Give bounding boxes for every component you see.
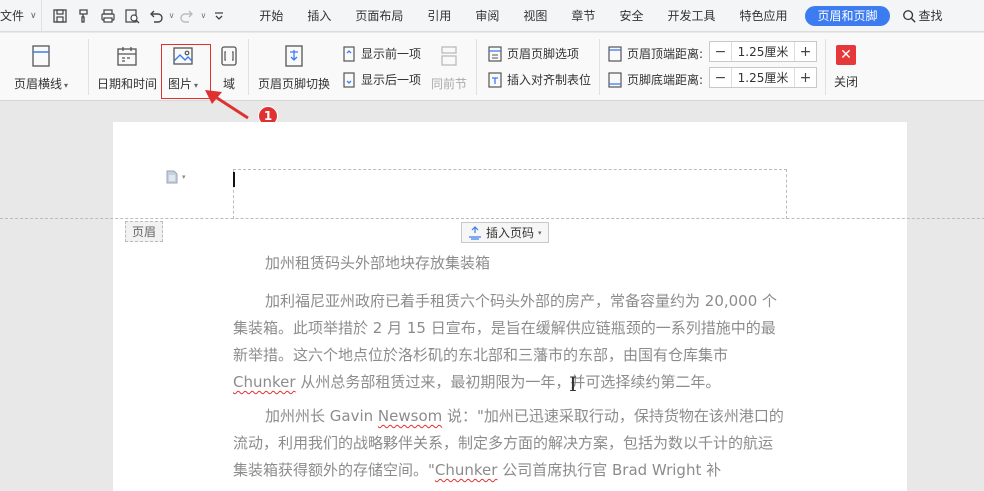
footer-bottom-distance-value[interactable]: 1.25厘米 xyxy=(732,69,794,86)
divider xyxy=(476,39,477,95)
document-page[interactable]: ▾ 页眉 插入页码 ▾ 加州租赁码头外部地块存放集装箱 加利福尼亚州政府已着手租… xyxy=(0,122,984,491)
quick-access-toolbar: ∨ ∨ xyxy=(40,0,238,32)
tab-security[interactable]: 安全 xyxy=(607,0,655,32)
file-menu-label: 文件 xyxy=(0,9,25,23)
close-icon: ✕ xyxy=(836,45,856,65)
header-edit-area[interactable] xyxy=(233,169,787,219)
insert-page-number-dropdown-icon: ▾ xyxy=(538,228,542,237)
header-top-distance-label: 页眉顶端距离: xyxy=(627,47,704,61)
spellcheck-word: Chunker xyxy=(434,461,498,479)
paragraph: 加利福尼亚州政府已着手租赁六个码头外部的房产，常备容量约为 20,000 个集装… xyxy=(233,292,778,391)
divider xyxy=(825,39,826,95)
header-footer-options-label: 页眉页脚选项 xyxy=(507,47,580,61)
switch-icon xyxy=(281,43,307,69)
picture-highlight-box xyxy=(161,44,211,99)
field-icon xyxy=(216,43,242,69)
document-body[interactable]: 加州租赁码头外部地块存放集装箱 加利福尼亚州政府已着手租赁六个码头外部的房产，常… xyxy=(233,250,787,491)
page-number-icon xyxy=(469,225,481,240)
search-button[interactable]: 查找 xyxy=(902,7,943,24)
insert-page-number-label: 插入页码 xyxy=(486,226,535,240)
close-label: 关闭 xyxy=(834,75,859,89)
tab-special-apps[interactable]: 特色应用 xyxy=(727,0,799,32)
undo-icon[interactable] xyxy=(144,4,168,28)
date-time-label: 日期和时间 xyxy=(97,77,158,91)
increase-icon[interactable]: + xyxy=(794,42,816,61)
same-as-previous-label: 同前节 xyxy=(431,77,468,91)
paragraph: 加州州长 Gavin Newsom 说："加州已迅速采取行动，保持货物在该州港口… xyxy=(233,407,784,479)
document-title: 加州租赁码头外部地块存放集装箱 xyxy=(265,254,491,272)
header-boundary-line xyxy=(0,218,984,219)
print-icon[interactable] xyxy=(96,4,120,28)
footer-bottom-distance-stepper: − 1.25厘米 + xyxy=(709,67,817,88)
spellcheck-word: Newsom xyxy=(377,407,443,425)
show-next-label: 显示后一项 xyxy=(361,73,422,87)
redo-dropdown-icon[interactable]: ∨ xyxy=(200,11,206,20)
show-next-icon xyxy=(343,71,355,88)
format-painter-icon[interactable] xyxy=(72,4,96,28)
decrease-icon[interactable]: − xyxy=(710,68,732,87)
tab-developer[interactable]: 开发工具 xyxy=(655,0,727,32)
header-tag: 页眉 xyxy=(125,221,164,242)
show-previous-icon xyxy=(343,45,355,62)
increase-icon[interactable]: + xyxy=(794,68,816,87)
footer-bottom-distance-label: 页脚底端距离: xyxy=(627,73,704,87)
tab-page-layout[interactable]: 页面布局 xyxy=(343,0,415,32)
header-top-distance-stepper: − 1.25厘米 + xyxy=(709,41,817,62)
header-options-icon[interactable]: ▾ xyxy=(165,170,186,184)
tab-home[interactable]: 开始 xyxy=(247,0,295,32)
calendar-icon xyxy=(114,43,140,69)
footer-bottom-distance-icon xyxy=(608,71,622,88)
tab-header-footer[interactable]: 页眉和页脚 xyxy=(805,5,890,26)
same-as-previous-button[interactable]: 同前节 xyxy=(431,43,467,92)
text-cursor xyxy=(233,172,235,187)
print-preview-icon[interactable] xyxy=(120,4,144,28)
tab-view[interactable]: 视图 xyxy=(511,0,559,32)
align-tab-icon xyxy=(488,71,502,88)
search-label: 查找 xyxy=(918,9,943,23)
show-previous-button[interactable]: 显示前一项 xyxy=(341,45,421,62)
divider xyxy=(248,39,249,95)
search-icon xyxy=(902,9,916,23)
insert-align-tab-button[interactable]: 插入对齐制表位 xyxy=(487,71,591,88)
same-as-previous-icon xyxy=(436,43,462,69)
divider xyxy=(88,39,89,95)
ribbon-tabs: 开始 插入 页面布局 引用 审阅 视图 章节 安全 开发工具 特色应用 页眉和页… xyxy=(247,0,895,32)
insert-align-tab-label: 插入对齐制表位 xyxy=(507,73,592,87)
menu-bar: 文件 ∨ ∨ ∨ 开始 插入 页面布局 引用 审阅 视图 章节 安全 开发工具 … xyxy=(0,0,984,32)
header-line-dropdown-icon: ▾ xyxy=(64,81,69,90)
save-icon[interactable] xyxy=(48,4,72,28)
tab-references[interactable]: 引用 xyxy=(415,0,463,32)
date-time-button[interactable]: 日期和时间 xyxy=(97,43,157,92)
customize-toolbar-icon[interactable] xyxy=(207,4,231,28)
header-top-distance-icon xyxy=(608,45,622,62)
header-line-button[interactable]: 页眉横线 ▾ xyxy=(14,43,68,92)
field-button[interactable]: 域 xyxy=(216,43,242,92)
close-header-footer-button[interactable]: ✕ 关闭 xyxy=(834,45,858,90)
insert-page-number-button[interactable]: 插入页码 ▾ xyxy=(461,222,549,243)
header-line-label: 页眉横线 xyxy=(14,77,63,91)
header-footer-options-button[interactable]: 页眉页脚选项 xyxy=(487,45,579,62)
spellcheck-word: Chunker xyxy=(233,373,296,391)
header-footer-switch-label: 页眉页脚切换 xyxy=(258,77,331,91)
header-footer-switch-button[interactable]: 页眉页脚切换 xyxy=(258,43,330,92)
undo-dropdown-icon[interactable]: ∨ xyxy=(169,11,175,20)
header-top-distance-value[interactable]: 1.25厘米 xyxy=(732,43,794,60)
tab-review[interactable]: 审阅 xyxy=(463,0,511,32)
header-line-icon xyxy=(28,43,54,69)
field-label: 域 xyxy=(222,77,235,91)
tab-insert[interactable]: 插入 xyxy=(295,0,343,32)
redo-icon[interactable] xyxy=(175,4,199,28)
options-icon xyxy=(488,45,502,62)
mouse-ibeam-cursor-icon: I xyxy=(569,372,577,396)
footer-bottom-distance-label-group: 页脚底端距离: xyxy=(607,71,703,88)
chevron-down-icon: ∨ xyxy=(30,10,37,21)
header-top-distance-label-group: 页眉顶端距离: xyxy=(607,45,703,62)
file-menu[interactable]: 文件 ∨ xyxy=(0,0,41,32)
decrease-icon[interactable]: − xyxy=(710,42,732,61)
tab-section[interactable]: 章节 xyxy=(559,0,607,32)
show-previous-label: 显示前一项 xyxy=(361,47,422,61)
divider xyxy=(599,39,600,95)
show-next-button[interactable]: 显示后一项 xyxy=(341,71,421,88)
